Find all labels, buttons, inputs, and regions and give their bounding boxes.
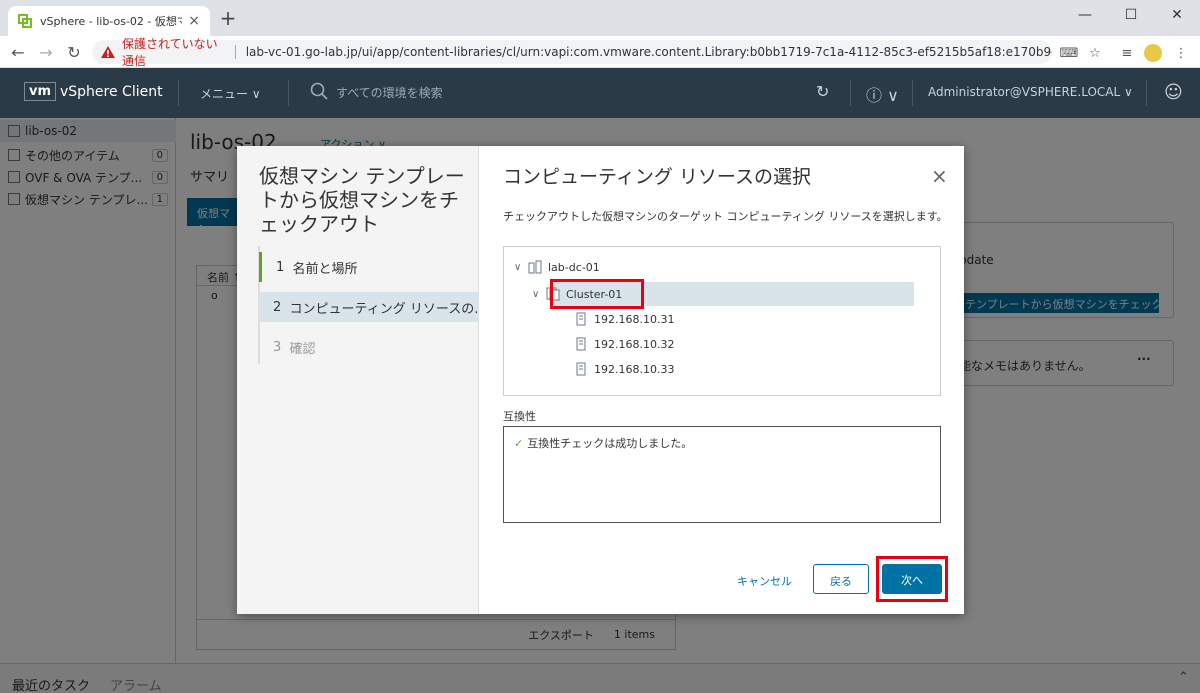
compatibility-label: 互換性	[503, 410, 536, 423]
new-tab-button[interactable]: +	[218, 8, 238, 28]
page-heading: コンピューティング リソースの選択	[503, 166, 811, 188]
wizard-title: 仮想マシン テンプレートから仮想マシンをチェックアウト	[259, 164, 465, 236]
minimize-icon[interactable]: —	[1062, 0, 1108, 30]
back-button[interactable]: 戻る	[813, 564, 869, 594]
user-menu[interactable]: Administrator@VSPHERE.LOCAL ∨	[928, 85, 1133, 99]
cancel-button[interactable]: キャンセル	[737, 564, 792, 594]
search-placeholder: すべての環境を検索	[336, 86, 443, 100]
header-divider	[1146, 80, 1147, 106]
cluster-highlight-box	[550, 279, 644, 309]
header-divider	[912, 80, 913, 106]
step-name-location[interactable]: 1 名前と場所	[259, 252, 479, 282]
address-bar: ← → ↻ 保護されていない通信 lab-vc-01.go-lab.jp/ui/…	[0, 36, 1200, 68]
next-highlight-box	[876, 556, 948, 602]
header-divider	[178, 80, 179, 106]
browser-menu-icon[interactable]: ⋮	[1172, 44, 1190, 62]
chevron-down-icon[interactable]: ∨	[532, 289, 546, 300]
search-icon	[310, 82, 328, 103]
datacenter-icon	[528, 260, 542, 274]
close-icon[interactable]: ×	[931, 164, 948, 188]
checkmark-icon: ✓	[514, 437, 524, 450]
maximize-icon[interactable]: ☐	[1108, 0, 1154, 30]
reading-list-icon[interactable]: ≡	[1118, 44, 1136, 62]
forward-arrow-icon[interactable]: →	[36, 42, 56, 62]
omnibox[interactable]: 保護されていない通信 lab-vc-01.go-lab.jp/ui/app/co…	[92, 37, 1052, 68]
refresh-icon[interactable]: ↻	[816, 82, 829, 101]
chevron-down-icon[interactable]: ∨	[514, 262, 528, 273]
back-arrow-icon[interactable]: ←	[8, 42, 28, 62]
product-name: vSphere Client	[60, 84, 163, 100]
compatibility-box: ✓ 互換性チェックは成功しました。	[503, 426, 941, 523]
vm-logo: vm	[24, 82, 57, 101]
translate-icon[interactable]: ⌨	[1060, 44, 1079, 62]
step-review: 3 確認	[273, 339, 316, 357]
host-icon	[574, 362, 588, 376]
tab-close-icon[interactable]: ×	[188, 13, 200, 29]
compute-resource-tree: ∨ lab-dc-01 ∨ Cluster-01 192.168.10.31 1…	[503, 246, 941, 396]
vsphere-header: vm vSphere Client メニュー ∨ すべての環境を検索 ↻ ⓘ ∨…	[0, 68, 1200, 118]
reload-icon[interactable]: ↻	[64, 42, 84, 62]
host-icon	[574, 337, 588, 351]
help-icon[interactable]: ⓘ ∨	[866, 82, 899, 106]
header-divider	[850, 80, 851, 106]
tree-node-host[interactable]: 192.168.10.31	[574, 307, 674, 331]
header-divider	[288, 80, 289, 106]
wizard-steps-panel: 仮想マシン テンプレートから仮想マシンをチェックアウト 1 名前と場所 2 コン…	[237, 146, 479, 614]
tab-title: vSphere - lib-os-02 - 仮想マシン テ	[40, 15, 182, 28]
wizard-content: コンピューティング リソースの選択 × チェックアウトした仮想マシンのターゲット…	[479, 146, 964, 614]
menu-button[interactable]: メニュー ∨	[200, 85, 261, 102]
bookmark-star-icon[interactable]: ☆	[1086, 44, 1104, 62]
browser-tab[interactable]: vSphere - lib-os-02 - 仮想マシン テ ×	[8, 6, 210, 36]
profile-avatar[interactable]	[1144, 44, 1162, 62]
url-text[interactable]: lab-vc-01.go-lab.jp/ui/app/content-libra…	[246, 45, 1052, 59]
global-search[interactable]: すべての環境を検索	[310, 82, 443, 103]
browser-tab-bar: vSphere - lib-os-02 - 仮想マシン テ × + — ☐ ✕	[0, 0, 1200, 36]
compatibility-message: 互換性チェックは成功しました。	[527, 437, 693, 450]
warning-icon	[100, 45, 116, 59]
separator	[234, 45, 236, 59]
host-icon	[574, 312, 588, 326]
tree-node-datacenter[interactable]: ∨ lab-dc-01	[514, 255, 600, 279]
page-description: チェックアウトした仮想マシンのターゲット コンピューティング リソースを選択しま…	[503, 210, 948, 223]
tree-node-host[interactable]: 192.168.10.32	[574, 332, 674, 356]
step-compute-resource[interactable]: 2 コンピューティング リソースの...	[259, 292, 479, 322]
checkout-wizard-dialog: 仮想マシン テンプレートから仮想マシンをチェックアウト 1 名前と場所 2 コン…	[237, 146, 964, 614]
tree-node-host[interactable]: 192.168.10.33	[574, 357, 674, 381]
vsphere-favicon-icon	[18, 14, 32, 28]
insecure-label[interactable]: 保護されていない通信	[122, 35, 225, 69]
smiley-feedback-icon[interactable]: ☺	[1164, 82, 1183, 103]
window-close-icon[interactable]: ✕	[1154, 0, 1200, 30]
